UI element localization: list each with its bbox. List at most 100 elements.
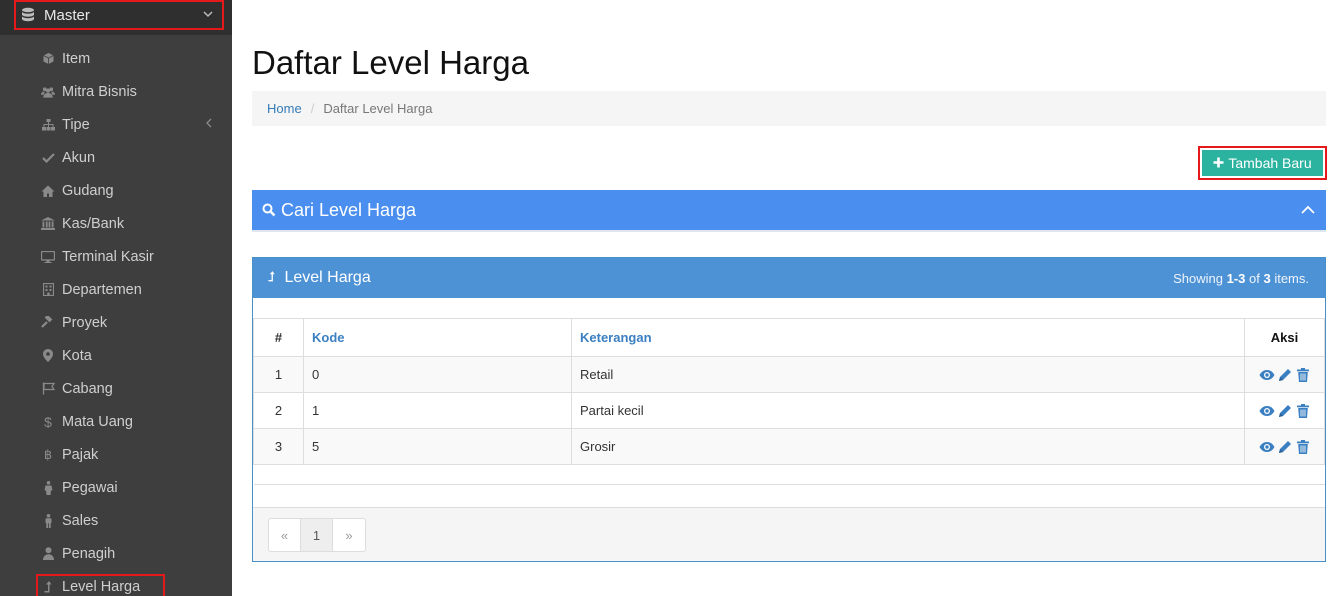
- page-title: Daftar Level Harga: [252, 44, 529, 81]
- home-icon: [41, 184, 55, 198]
- column-header-aksi: Aksi: [1244, 318, 1325, 357]
- dollar-icon: $: [44, 413, 52, 430]
- summary-total: 3: [1263, 271, 1271, 286]
- cube-icon: [41, 52, 55, 66]
- level-harga-list-panel: Level Harga Showing 1-3 of 3 items. # Ko…: [252, 257, 1326, 562]
- sidebar-item-label: Mata Uang: [62, 413, 133, 430]
- cell-actions: [1244, 392, 1325, 429]
- sidebar-item-label: Tipe: [62, 116, 90, 133]
- sidebar: Master Item Mitra Bisnis Tipe Akun Gudan…: [0, 0, 232, 596]
- column-header-kode[interactable]: Kode: [303, 318, 572, 357]
- sidebar-item-terminal-kasir[interactable]: Terminal Kasir: [0, 240, 232, 273]
- sidebar-item-label: Mitra Bisnis: [62, 83, 137, 100]
- plus-icon: [1213, 155, 1224, 172]
- search-panel-title: Cari Level Harga: [281, 199, 417, 220]
- sidebar-item-label: Penagih: [62, 545, 116, 562]
- cell-keterangan: Retail: [571, 356, 1245, 393]
- cell-kode: 1: [303, 392, 572, 429]
- sidebar-item-label: Terminal Kasir: [62, 248, 154, 265]
- summary-prefix: Showing: [1173, 271, 1227, 286]
- cell-kode: 0: [303, 356, 572, 393]
- sidebar-item-gudang[interactable]: Gudang: [0, 174, 232, 207]
- sidebar-item-label: Gudang: [62, 182, 114, 199]
- sidebar-item-pajak[interactable]: ฿ Pajak: [0, 438, 232, 471]
- search-icon: [262, 203, 276, 217]
- level-up-icon: [268, 269, 280, 286]
- table-header-row: # Kode Keterangan Aksi: [253, 318, 1325, 357]
- male-icon: [41, 513, 55, 528]
- sidebar-item-proyek[interactable]: Proyek: [0, 306, 232, 339]
- add-new-button[interactable]: Tambah Baru: [1202, 150, 1323, 176]
- chevron-up-icon[interactable]: [1300, 202, 1316, 218]
- breadcrumb-separator: /: [310, 101, 315, 116]
- bitcoin-icon: ฿: [43, 447, 53, 462]
- add-new-label: Tambah Baru: [1228, 155, 1312, 171]
- sidebar-item-label: Pegawai: [62, 479, 118, 496]
- sitemap-icon: [41, 118, 55, 132]
- cell-keterangan: Grosir: [571, 428, 1245, 465]
- summary-range: 1-3: [1226, 271, 1246, 286]
- pagination-area: « 1 »: [253, 507, 1325, 561]
- sidebar-item-label: Departemen: [62, 281, 142, 298]
- sidebar-item-sales[interactable]: Sales: [0, 504, 232, 537]
- sidebar-item-departemen[interactable]: Departemen: [0, 273, 232, 306]
- trash-icon[interactable]: [1295, 403, 1311, 419]
- sidebar-item-mitra-bisnis[interactable]: Mitra Bisnis: [0, 75, 232, 108]
- user-icon: [41, 547, 55, 561]
- pagination-next[interactable]: »: [333, 519, 365, 551]
- sidebar-item-label: Kota: [62, 347, 92, 364]
- master-menu-toggle[interactable]: Master: [14, 0, 224, 30]
- pagination-prev[interactable]: «: [269, 519, 301, 551]
- chevron-down-icon: [198, 9, 218, 21]
- sidebar-item-penagih[interactable]: Penagih: [0, 537, 232, 570]
- sidebar-item-label: Pajak: [62, 446, 99, 463]
- pagination-page-1[interactable]: 1: [301, 519, 333, 551]
- breadcrumb: Home / Daftar Level Harga: [252, 91, 1326, 126]
- list-panel-header: Level Harga Showing 1-3 of 3 items.: [253, 258, 1325, 298]
- pencil-icon[interactable]: [1277, 403, 1293, 419]
- sidebar-item-label: Item: [62, 50, 91, 67]
- cell-number: 1: [253, 356, 304, 393]
- person-icon: [41, 480, 55, 495]
- trash-icon[interactable]: [1295, 367, 1311, 383]
- sidebar-item-item[interactable]: Item: [0, 42, 232, 75]
- map-marker-icon: [41, 349, 55, 363]
- sidebar-item-label: Kas/Bank: [62, 215, 125, 232]
- cell-actions: [1244, 356, 1325, 393]
- add-button-highlight: Tambah Baru: [1198, 146, 1327, 180]
- eye-icon[interactable]: [1259, 439, 1275, 455]
- level-harga-highlight: [36, 574, 165, 596]
- eye-icon[interactable]: [1259, 367, 1275, 383]
- column-header-number: #: [253, 318, 304, 357]
- breadcrumb-home-link[interactable]: Home: [267, 101, 302, 116]
- sidebar-item-label: Sales: [62, 512, 99, 529]
- cell-number: 2: [253, 392, 304, 429]
- sidebar-item-pegawai[interactable]: Pegawai: [0, 471, 232, 504]
- summary-suffix: items.: [1270, 271, 1309, 286]
- sidebar-item-label: Cabang: [62, 380, 113, 397]
- trash-icon[interactable]: [1295, 439, 1311, 455]
- items-summary: Showing 1-3 of 3 items.: [1173, 271, 1309, 286]
- sidebar-item-kota[interactable]: Kota: [0, 339, 232, 372]
- column-header-keterangan[interactable]: Keterangan: [571, 318, 1245, 357]
- table-spacer-row: [253, 464, 1325, 485]
- pencil-icon[interactable]: [1277, 367, 1293, 383]
- sidebar-item-kas-bank[interactable]: Kas/Bank: [0, 207, 232, 240]
- sidebar-item-mata-uang[interactable]: $ Mata Uang: [0, 405, 232, 438]
- sidebar-item-tipe[interactable]: Tipe: [0, 108, 232, 141]
- breadcrumb-current: Daftar Level Harga: [323, 101, 433, 116]
- pagination: « 1 »: [268, 518, 366, 552]
- table-row: 3 5 Grosir: [253, 428, 1325, 465]
- pencil-icon[interactable]: [1277, 439, 1293, 455]
- sidebar-item-cabang[interactable]: Cabang: [0, 372, 232, 405]
- list-panel-title: Level Harga: [268, 269, 371, 287]
- summary-middle: of: [1245, 271, 1264, 286]
- eye-icon[interactable]: [1259, 403, 1275, 419]
- sidebar-item-label: Proyek: [62, 314, 108, 331]
- search-panel-header[interactable]: Cari Level Harga: [252, 190, 1326, 232]
- table-row: 1 0 Retail: [253, 356, 1325, 393]
- sidebar-item-akun[interactable]: Akun: [0, 141, 232, 174]
- list-panel-title-text: Level Harga: [284, 269, 371, 286]
- cell-actions: [1244, 428, 1325, 465]
- bank-icon: [41, 217, 55, 231]
